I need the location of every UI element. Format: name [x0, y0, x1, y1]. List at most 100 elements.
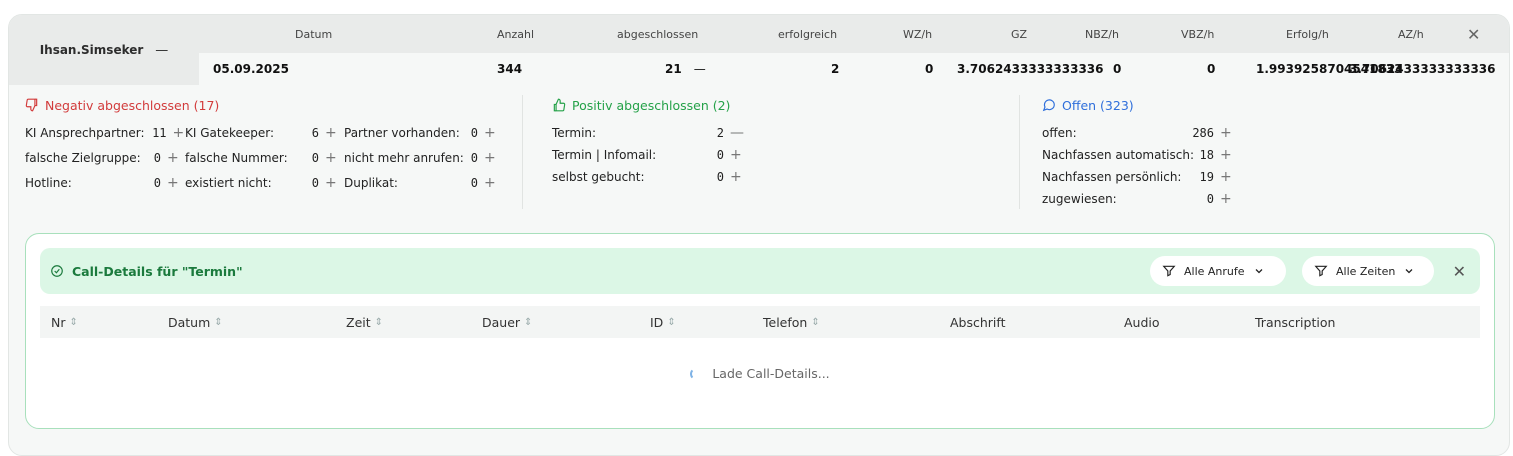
- add-button[interactable]: +: [167, 175, 179, 191]
- stat-item: Hotline: 0 +: [25, 174, 179, 192]
- abgeschlossen-toggle[interactable]: —: [694, 62, 706, 76]
- column-header-audio: Audio: [1124, 314, 1160, 330]
- loading-text: Lade Call-Details...: [712, 366, 830, 381]
- positive-title-row: Positiv abgeschlossen (2): [552, 95, 1012, 115]
- thumbs-up-icon: [553, 98, 566, 112]
- agent-stats-card: Ihsan.Simseker — Datum Anzahl abgeschlos…: [8, 14, 1510, 456]
- column-label: Nr: [51, 314, 66, 330]
- stat-value: 6: [311, 126, 319, 140]
- stat-label: existiert nicht:: [185, 176, 272, 190]
- stat-item: Partner vorhanden: 0 +: [344, 124, 496, 142]
- column-label: Dauer: [482, 314, 521, 330]
- add-button[interactable]: +: [1220, 125, 1232, 141]
- stat-value: 11: [152, 126, 167, 140]
- close-details-button[interactable]: ✕: [1453, 248, 1466, 294]
- stat-label: Duplikat:: [344, 176, 398, 190]
- close-icon[interactable]: ✕: [1467, 15, 1480, 53]
- filter-icon: [1314, 265, 1328, 277]
- add-button[interactable]: +: [484, 175, 496, 191]
- column-header-id[interactable]: ID ⇕: [650, 306, 676, 338]
- times-filter-select[interactable]: Alle Zeiten: [1302, 256, 1434, 286]
- sort-icon: ⇕: [69, 316, 78, 328]
- cell-vbz: 0: [1207, 62, 1216, 76]
- stat-label: KI Gatekeeper:: [185, 126, 275, 140]
- stat-item: selbst gebucht: 0 +: [552, 168, 742, 186]
- cell-gz: 3.7062433333333336: [957, 62, 1104, 76]
- stat-value: 0: [716, 148, 724, 162]
- column-label: Datum: [168, 314, 211, 330]
- summary-header-row: Datum Anzahl abgeschlossen erfolgreich W…: [199, 15, 1509, 53]
- spinner-icon: [690, 367, 702, 380]
- stat-label: offen:: [1042, 126, 1077, 140]
- column-header-nr[interactable]: Nr ⇕: [51, 306, 78, 338]
- negative-section: Negativ abgeschlossen (17): [25, 95, 515, 115]
- stat-label: Termin | Infomail:: [552, 148, 657, 162]
- open-section: Offen (323): [1042, 95, 1342, 115]
- stat-item: KI Gatekeeper: 6 +: [185, 124, 337, 142]
- stat-value: 0: [311, 176, 319, 190]
- call-details-title-row: Call-Details für "Termin": [50, 248, 243, 294]
- stat-label: selbst gebucht:: [552, 170, 645, 184]
- add-button[interactable]: +: [730, 169, 742, 185]
- cell-anzahl: 344: [497, 62, 523, 76]
- sort-icon: ⇕: [214, 316, 223, 328]
- header-vbz: VBZ/h: [1181, 27, 1215, 41]
- header-wz: WZ/h: [903, 27, 933, 41]
- stat-label: Termin:: [552, 126, 597, 140]
- divider: [522, 95, 523, 209]
- header-nbz: NBZ/h: [1085, 27, 1119, 41]
- negative-title: Negativ abgeschlossen (17): [45, 97, 220, 113]
- stat-item: offen: 286 +: [1042, 124, 1232, 142]
- call-details-panel: Call-Details für "Termin" Alle Anrufe Al…: [25, 233, 1495, 429]
- stat-item: KI Ansprechpartner: 11 +: [25, 124, 184, 142]
- stat-item: falsche Zielgruppe: 0 +: [25, 149, 179, 167]
- header-erfolgreich: erfolgreich: [778, 27, 838, 41]
- add-button[interactable]: +: [325, 175, 337, 191]
- column-header-dauer[interactable]: Dauer ⇕: [482, 306, 532, 338]
- column-header-datum[interactable]: Datum ⇕: [168, 306, 223, 338]
- stat-item: falsche Nummer: 0 +: [185, 149, 337, 167]
- stat-value: 0: [153, 176, 161, 190]
- calls-filter-select[interactable]: Alle Anrufe: [1150, 256, 1286, 286]
- cell-wz: 0: [925, 62, 934, 76]
- add-button[interactable]: +: [167, 150, 179, 166]
- header-anzahl: Anzahl: [497, 27, 535, 41]
- add-button[interactable]: +: [1220, 147, 1232, 163]
- cell-az: 3.7062433333333336: [1349, 62, 1496, 76]
- negative-title-row: Negativ abgeschlossen (17): [25, 95, 515, 115]
- column-header-zeit[interactable]: Zeit ⇕: [346, 306, 383, 338]
- stat-value: 0: [470, 126, 478, 140]
- stat-label: Nachfassen persönlich:: [1042, 170, 1182, 184]
- stat-label: falsche Nummer:: [185, 151, 288, 165]
- stat-label: KI Ansprechpartner:: [25, 126, 145, 140]
- add-button[interactable]: +: [484, 150, 496, 166]
- stat-value: 286: [1192, 126, 1214, 140]
- add-button[interactable]: +: [1220, 191, 1232, 207]
- chevron-down-icon: [1405, 269, 1413, 274]
- add-button[interactable]: +: [1220, 169, 1232, 185]
- stat-item: Duplikat: 0 +: [344, 174, 496, 192]
- add-button[interactable]: +: [484, 125, 496, 141]
- stat-item: nicht mehr anrufen: 0 +: [344, 149, 496, 167]
- add-button[interactable]: +: [730, 147, 742, 163]
- stat-value: 18: [1199, 148, 1214, 162]
- sort-icon: ⇕: [374, 316, 384, 328]
- add-button[interactable]: +: [325, 150, 337, 166]
- column-header-telefon[interactable]: Telefon ⇕: [763, 306, 820, 338]
- call-table-header: Nr ⇕ Datum ⇕ Zeit ⇕ Dauer ⇕ ID ⇕ Telefon ⇕ Abs…: [40, 306, 1480, 338]
- stat-value: 0: [1206, 192, 1214, 206]
- add-button[interactable]: +: [173, 125, 185, 141]
- stat-item: zugewiesen: 0 +: [1042, 190, 1232, 208]
- stat-label: nicht mehr anrufen:: [344, 151, 464, 165]
- add-button[interactable]: +: [325, 125, 337, 141]
- user-name: Ihsan.Simseker: [39, 43, 144, 57]
- column-label: ID: [650, 314, 664, 330]
- stat-item: Nachfassen automatisch: 18 +: [1042, 146, 1232, 164]
- collapse-toggle[interactable]: —: [155, 43, 168, 58]
- column-header-abschrift: Abschrift: [950, 314, 1006, 330]
- stat-item: Nachfassen persönlich: 19 +: [1042, 168, 1232, 186]
- chat-bubble-icon: [1042, 99, 1055, 112]
- remove-button[interactable]: —: [730, 125, 744, 141]
- status-stats: Negativ abgeschlossen (17) Positiv abges…: [9, 95, 1509, 215]
- stat-value: 0: [716, 170, 724, 184]
